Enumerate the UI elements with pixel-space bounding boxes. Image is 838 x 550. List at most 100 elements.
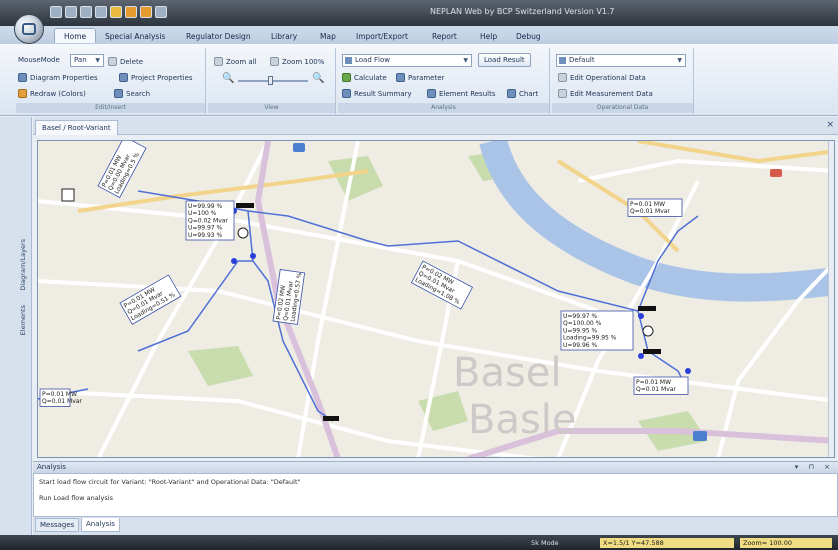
view-group-label: View	[208, 103, 335, 113]
result-box[interactable]: U=99.99 %U=100 %Q=0.02 MvarU=99.97 %U=99…	[185, 200, 235, 241]
tab-map[interactable]: Map	[320, 29, 336, 44]
transformer-icon[interactable]	[237, 227, 249, 239]
result-box-line: Q=0.01 Mvar	[636, 386, 676, 393]
result-box-line: U=99.95 %	[563, 327, 598, 334]
busbar-icon[interactable]	[323, 416, 339, 421]
result-box[interactable]: P=0.01 MWQ=0.01 Mvar	[627, 198, 683, 217]
redraw-button[interactable]: Redraw (Colors)	[18, 89, 86, 98]
map-svg[interactable]: Basel Basle P=0.01 MWQ=0.00 MvarLoading=…	[38, 141, 835, 458]
tab-library[interactable]: Library	[271, 29, 297, 44]
bus-node[interactable]	[231, 258, 237, 264]
edit-operational-label: Edit Operational Data	[570, 73, 646, 82]
load-result-button[interactable]: Load Result	[478, 53, 531, 67]
project-properties-icon	[119, 73, 128, 82]
edit-measurement-label: Edit Measurement Data	[570, 89, 653, 98]
bus-node[interactable]	[638, 313, 644, 319]
bus-node[interactable]	[685, 368, 691, 374]
result-box-line: Q=0.01 Mvar	[42, 398, 82, 405]
chevron-down-icon: ▼	[677, 57, 682, 64]
document-tab-basel[interactable]: Basel / Root-Variant	[35, 120, 118, 135]
close-icon[interactable]: ×	[826, 120, 834, 130]
grid-icon[interactable]	[140, 6, 152, 18]
edit-measurement-data-button[interactable]: Edit Measurement Data	[558, 89, 653, 98]
delete-button[interactable]: Delete	[108, 57, 143, 66]
tab-regulator-design[interactable]: Regulator Design	[186, 29, 251, 44]
result-box[interactable]: P=0.01 MWQ=0.01 Mvar	[633, 376, 689, 395]
result-box-line: U=99.93 %	[188, 232, 223, 239]
diagram-properties-button[interactable]: Diagram Properties	[18, 73, 98, 82]
status-coordinates: X=1.5/1 Y=47.588	[600, 538, 734, 548]
tab-special-analysis[interactable]: Special Analysis	[105, 29, 165, 44]
switch-icon[interactable]	[61, 188, 75, 202]
tab-elements[interactable]: Elements	[19, 305, 27, 335]
app-title: NEPLAN Web by BCP Switzerland Version V1…	[430, 7, 615, 16]
mousemode-select[interactable]: Pan ▼	[70, 54, 104, 67]
status-zoom: Zoom= 100.00	[740, 538, 832, 548]
log-line: Run Load flow analysis	[39, 494, 113, 502]
mousemode-value: Pan	[74, 56, 87, 64]
parameter-icon	[396, 73, 405, 82]
zoom-in-icon[interactable]: 🔍	[312, 73, 324, 84]
folder-icon[interactable]	[110, 6, 122, 18]
loadflow-icon	[345, 57, 352, 64]
motorway-sign	[293, 143, 305, 152]
zoom-100-button[interactable]: Zoom 100%	[270, 57, 324, 66]
diagram-properties-label: Diagram Properties	[30, 73, 98, 82]
redraw-icon	[18, 89, 27, 98]
delete-icon	[108, 57, 117, 66]
zoom-all-button[interactable]: Zoom all	[214, 57, 257, 66]
application-menu-button[interactable]	[14, 14, 44, 44]
zoom-slider[interactable]	[238, 76, 308, 85]
tab-diagram-layers[interactable]: Diagram/Layers	[19, 239, 27, 291]
calculate-icon	[342, 73, 351, 82]
mousemode-label: MouseMode	[18, 56, 60, 64]
map-canvas[interactable]: Basel Basle P=0.01 MW Q=0.00 Mvar Loadin…	[37, 140, 835, 458]
map-vertical-scrollbar[interactable]	[828, 141, 834, 457]
analysis-select[interactable]: Load Flow ▼	[342, 54, 472, 67]
busbar-icon[interactable]	[236, 203, 254, 208]
chart-label: Chart	[519, 89, 539, 98]
calculate-label: Calculate	[354, 73, 387, 82]
app-logo-icon	[22, 23, 36, 35]
panel-controls[interactable]: ▾ ⊓ ×	[795, 462, 834, 473]
analysis-value: Load Flow	[355, 56, 390, 64]
tab-import-export[interactable]: Import/Export	[356, 29, 408, 44]
search-button[interactable]: Search	[114, 89, 150, 98]
new-icon[interactable]	[125, 6, 137, 18]
analysis-log: Start load flow circuit for Variant: "Ro…	[33, 473, 838, 517]
operational-data-group-label: Operational Data	[552, 103, 693, 113]
operational-data-select[interactable]: Default ▼	[556, 54, 686, 67]
tab-home[interactable]: Home	[54, 28, 97, 43]
zoom-slider-knob[interactable]	[268, 76, 273, 85]
zoom-out-icon[interactable]: 🔍	[222, 73, 234, 84]
project-properties-button[interactable]: Project Properties	[119, 73, 193, 82]
print-icon[interactable]	[95, 6, 107, 18]
bus-node[interactable]	[250, 253, 256, 259]
view-group: Zoom all Zoom 100% 🔍 🔍 View	[208, 48, 336, 114]
redo-icon[interactable]	[80, 6, 92, 18]
result-box-line: P=0.01 MW	[42, 391, 77, 398]
undo-icon[interactable]	[65, 6, 77, 18]
save-icon[interactable]	[50, 6, 62, 18]
parameter-button[interactable]: Parameter	[396, 73, 444, 82]
table-icon[interactable]	[155, 6, 167, 18]
transformer-icon[interactable]	[642, 325, 654, 337]
busbar-icon[interactable]	[643, 349, 661, 354]
chart-button[interactable]: Chart	[507, 89, 538, 98]
tab-report[interactable]: Report	[432, 29, 457, 44]
zoom-100-icon	[270, 57, 279, 66]
left-side-tabs: Elements Diagram/Layers	[0, 117, 32, 547]
result-box[interactable]: U=99.97 %Q=100.00 %U=99.95 %Loading=99.9…	[560, 310, 634, 351]
result-box-line: U=99.96 %	[563, 342, 598, 349]
tab-analysis[interactable]: Analysis	[81, 518, 120, 532]
edit-operational-data-button[interactable]: Edit Operational Data	[558, 73, 646, 82]
tab-debug[interactable]: Debug	[516, 29, 541, 44]
busbar-icon[interactable]	[638, 306, 656, 311]
element-results-button[interactable]: Element Results	[427, 89, 495, 98]
result-summary-button[interactable]: Result Summary	[342, 89, 412, 98]
result-box[interactable]: P=0.01 MWQ=0.01 Mvar	[39, 388, 82, 407]
tab-messages[interactable]: Messages	[35, 518, 80, 532]
calculate-button[interactable]: Calculate	[342, 73, 387, 82]
status-bar: 5k Mode X=1.5/1 Y=47.588 Zoom= 100.00	[0, 535, 838, 550]
tab-help[interactable]: Help	[480, 29, 497, 44]
